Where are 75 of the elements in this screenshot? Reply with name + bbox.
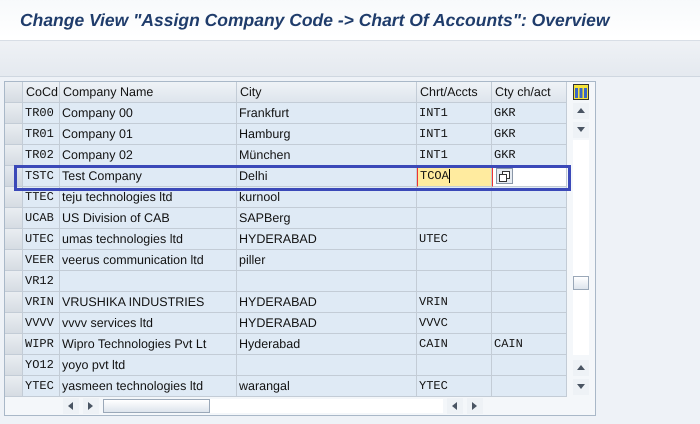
scroll-down-button[interactable] [573, 122, 589, 138]
scroll-thumb[interactable] [103, 399, 210, 413]
column-header[interactable]: Cty ch/act [492, 82, 567, 103]
column-header[interactable]: Company Name [60, 82, 237, 103]
scroll-down-button[interactable] [573, 379, 589, 395]
input-field[interactable] [492, 166, 567, 187]
table-cell: YTEC [417, 376, 492, 397]
table-cell: vvvv services ltd [60, 313, 237, 334]
column-settings-icon[interactable] [573, 84, 589, 100]
table-cell: UTEC [417, 229, 492, 250]
up-arrow-icon [576, 363, 586, 373]
table-cell: WIPR [23, 334, 60, 355]
table-cell: Company 02 [60, 145, 237, 166]
value-help-button[interactable] [496, 168, 513, 184]
table-cell: CAIN [417, 334, 492, 355]
input-field[interactable]: TCOA [417, 166, 492, 187]
scroll-left-button[interactable] [63, 398, 79, 414]
copy-icon [499, 170, 510, 182]
row-selector[interactable] [5, 145, 23, 166]
table-cell: US Division of CAB [60, 208, 237, 229]
table-cell: VEER [23, 250, 60, 271]
table-cell: UTEC [23, 229, 60, 250]
scroll-right-button[interactable] [83, 398, 99, 414]
table-cell: TR00 [23, 103, 60, 124]
table-cell: Company 00 [60, 103, 237, 124]
left-arrow-icon [66, 401, 76, 411]
table-cell: Test Company [60, 166, 237, 187]
up-arrow-icon [576, 106, 586, 116]
scroll-up-button[interactable] [573, 103, 589, 119]
table-cell: Company 01 [60, 124, 237, 145]
table-cell: UCAB [23, 208, 60, 229]
table-cell: Hyderabad [237, 334, 417, 355]
table-cell: yasmeen technologies ltd [60, 376, 237, 397]
table-cell: VRIN [417, 292, 492, 313]
scroll-left-button[interactable] [447, 398, 463, 414]
table-cell: Hamburg [237, 124, 417, 145]
table-cell: VRUSHIKA INDUSTRIES [60, 292, 237, 313]
scroll-right-button[interactable] [467, 398, 483, 414]
table-cell: GKR [492, 145, 567, 166]
table-cell: HYDERABAD [237, 313, 417, 334]
table-cell: GKR [492, 103, 567, 124]
table-cell: GKR [492, 124, 567, 145]
table-cell: TR01 [23, 124, 60, 145]
table-cell: HYDERABAD [237, 292, 417, 313]
table-cell: umas technologies ltd [60, 229, 237, 250]
table-cell: VRIN [23, 292, 60, 313]
table-cell: yoyo pvt ltd [60, 355, 237, 376]
window-title: Change View "Assign Company Code -> Chart Of Accounts": Overview [20, 10, 610, 30]
table-cell: Delhi [237, 166, 417, 187]
table-cell: CAIN [492, 334, 567, 355]
table-cell: VR12 [23, 271, 60, 292]
table-cell: YTEC [23, 376, 60, 397]
column-header[interactable]: City [237, 82, 417, 103]
table-cell: INT1 [417, 103, 492, 124]
column-header[interactable]: Chrt/Accts [417, 82, 492, 103]
table-cell: INT1 [417, 124, 492, 145]
scroll-up-button[interactable] [573, 360, 589, 376]
table-cell: VVVC [417, 313, 492, 334]
scroll-thumb[interactable] [573, 276, 589, 290]
table-cell: INT1 [417, 145, 492, 166]
table-cell: SAPBerg [237, 208, 417, 229]
table-cell: YO12 [23, 355, 60, 376]
row-selector[interactable] [5, 187, 23, 208]
table-cell: München [237, 145, 417, 166]
table-cell: TSTC [23, 166, 60, 187]
table-cell: warangal [237, 376, 417, 397]
table-cell: piller [237, 250, 417, 271]
left-arrow-icon [450, 401, 460, 411]
table-cell: Frankfurt [237, 103, 417, 124]
table-cell: TR02 [23, 145, 60, 166]
table-cell: Wipro Technologies Pvt Lt [60, 334, 237, 355]
table-cell: HYDERABAD [237, 229, 417, 250]
table-cell: VVVV [23, 313, 60, 334]
table-cell: veerus communication ltd [60, 250, 237, 271]
column-header[interactable]: CoCd [23, 82, 60, 103]
